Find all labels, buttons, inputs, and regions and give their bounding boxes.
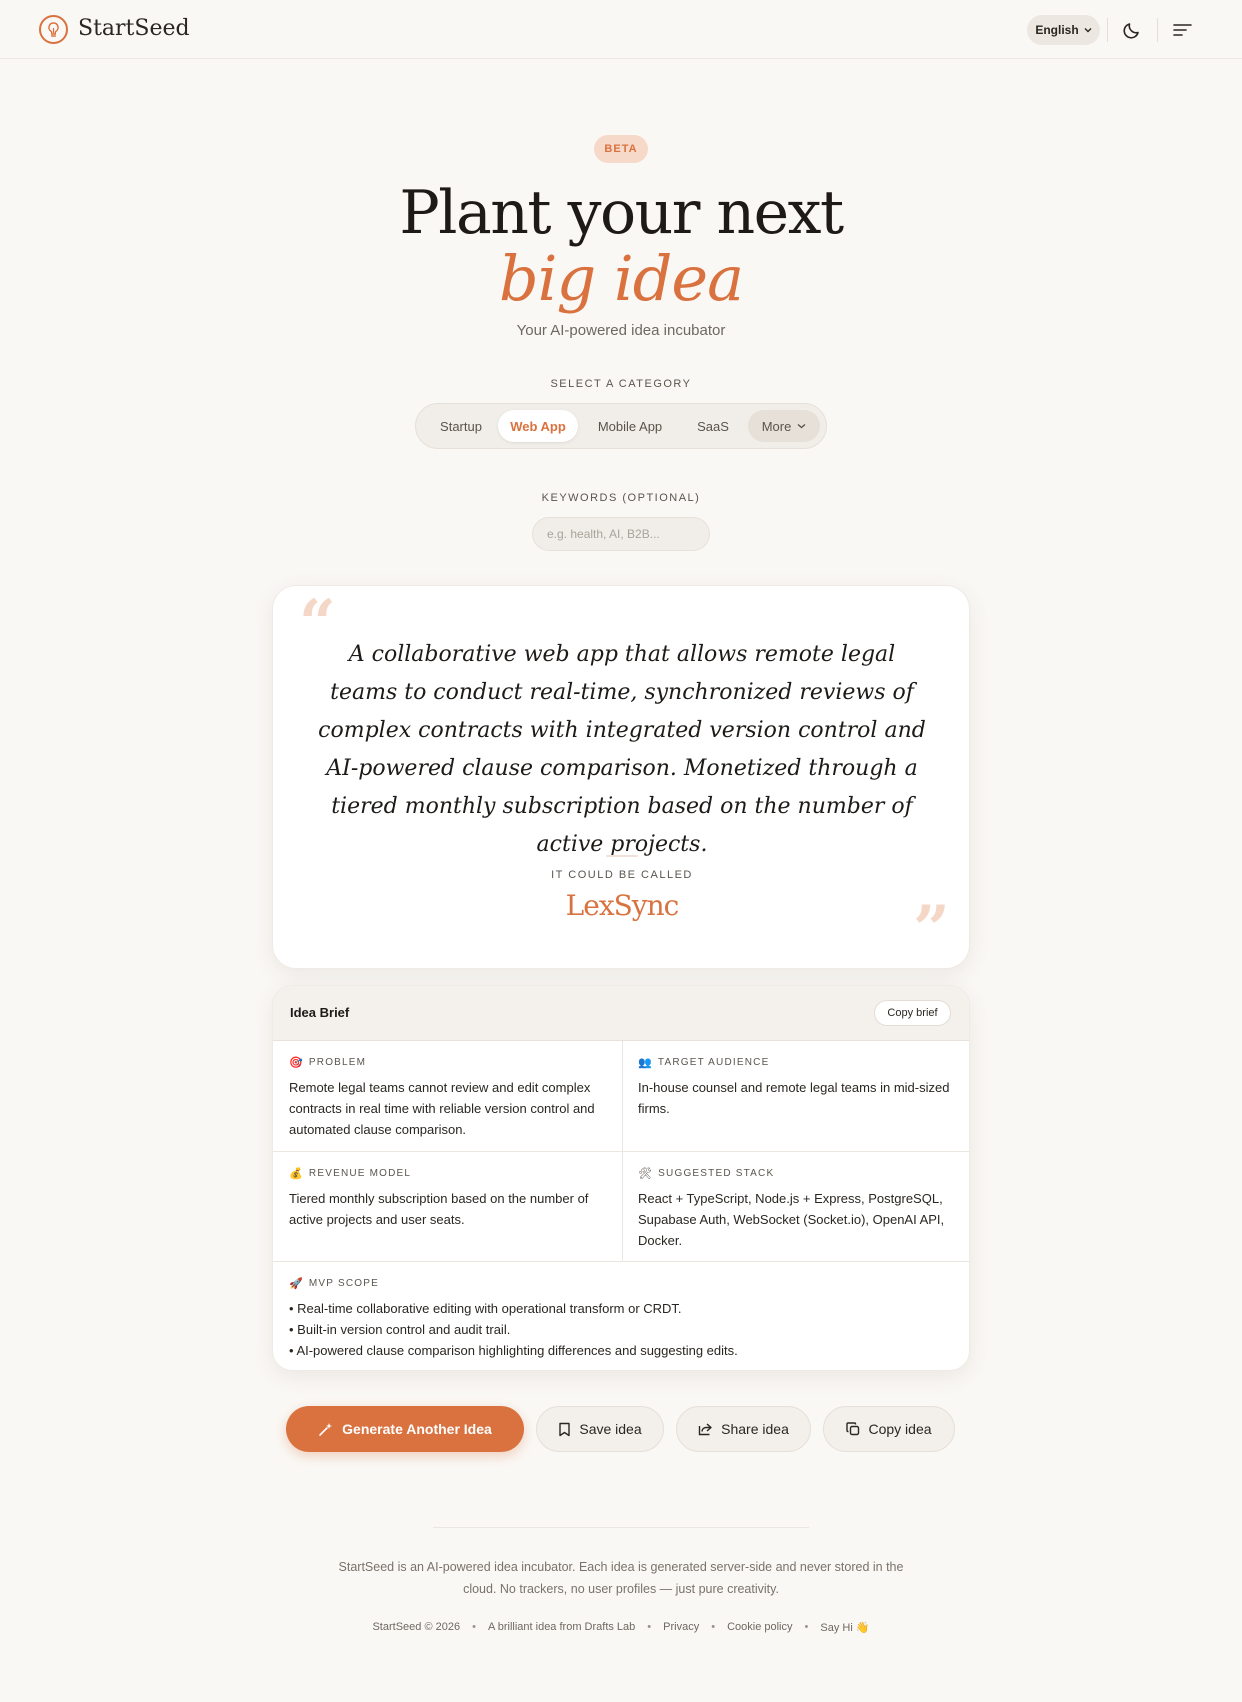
brief-divider bbox=[622, 1041, 623, 1261]
category-option-startup[interactable]: Startup bbox=[424, 410, 498, 442]
quote-divider bbox=[606, 855, 638, 857]
hero-subtitle: Your AI-powered idea incubator bbox=[516, 322, 726, 339]
idea-quote-card: “ A collaborative web app that allows re… bbox=[272, 585, 970, 969]
category-label: SELECT A CATEGORY bbox=[550, 378, 692, 390]
brief-audience: 👥 TARGET AUDIENCE In-house counsel and re… bbox=[622, 1041, 969, 1134]
more-label: More bbox=[761, 418, 792, 434]
save-label: Save idea bbox=[579, 1421, 642, 1437]
save-idea-button[interactable]: Save idea bbox=[536, 1406, 664, 1452]
idea-name: LexSync bbox=[565, 889, 680, 922]
top-bar: StartSeed English bbox=[0, 0, 1242, 59]
footer-credit-link[interactable]: A brilliant idea from Drafts Lab bbox=[488, 1621, 635, 1634]
lightbulb-logo-icon[interactable] bbox=[39, 15, 68, 44]
chevron-down-icon bbox=[1084, 28, 1092, 33]
category-more-button[interactable]: More bbox=[748, 410, 820, 442]
bookmark-icon bbox=[559, 1422, 571, 1436]
generate-label: Generate Another Idea bbox=[342, 1421, 492, 1437]
idea-brief-card: Idea Brief Copy brief 🎯 PROBLEM Remote le… bbox=[272, 985, 970, 1371]
share-idea-button[interactable]: Share idea bbox=[676, 1406, 811, 1452]
category-selector: Startup Web App Mobile App SaaS More bbox=[415, 403, 827, 449]
revenue-text: Tiered monthly subscription based on the… bbox=[289, 1191, 589, 1227]
brief-stack: 🛠 SUGGESTED STACK React + TypeScript, Nod… bbox=[622, 1152, 969, 1266]
footer-divider bbox=[433, 1527, 809, 1528]
copy-brief-button[interactable]: Copy brief bbox=[874, 1000, 951, 1026]
audience-text: In-house counsel and remote legal teams … bbox=[638, 1080, 950, 1116]
revenue-title: REVENUE MODEL bbox=[308, 1168, 412, 1179]
footer-separator: • bbox=[647, 1621, 652, 1633]
brief-title: Idea Brief bbox=[290, 1005, 350, 1020]
share-icon bbox=[698, 1423, 712, 1436]
rocket-icon: 🚀 bbox=[289, 1278, 304, 1290]
brief-header: Idea Brief Copy brief bbox=[273, 986, 969, 1041]
footer-description: StartSeed is an AI-powered idea incubato… bbox=[338, 1560, 904, 1596]
footer-copyright: StartSeed © 2026 bbox=[372, 1621, 461, 1633]
keywords-input[interactable] bbox=[532, 517, 710, 551]
footer-separator: • bbox=[472, 1621, 476, 1633]
audience-title: TARGET AUDIENCE bbox=[657, 1057, 770, 1068]
brief-divider bbox=[273, 1261, 969, 1262]
copy-icon bbox=[846, 1422, 860, 1436]
target-icon: 🎯 bbox=[289, 1057, 304, 1069]
people-icon: 👥 bbox=[638, 1057, 653, 1069]
cookie-policy-link[interactable]: Cookie policy bbox=[727, 1621, 792, 1634]
language-label: English bbox=[1035, 23, 1079, 37]
mvp-item: • Built-in version control and audit tra… bbox=[289, 1322, 511, 1337]
category-option-web-app[interactable]: Web App bbox=[498, 410, 578, 442]
footer-separator: • bbox=[711, 1621, 716, 1633]
keywords-label: KEYWORDS (OPTIONAL) bbox=[541, 492, 701, 504]
mvp-title: MVP SCOPE bbox=[308, 1278, 379, 1289]
brand-name[interactable]: StartSeed bbox=[78, 16, 190, 41]
dark-mode-moon-icon[interactable] bbox=[1121, 19, 1143, 41]
category-option-mobile-app[interactable]: Mobile App bbox=[580, 410, 680, 442]
hero-title-line1: Plant your next bbox=[399, 178, 844, 248]
mvp-item: • AI-powered clause comparison highlight… bbox=[289, 1343, 738, 1358]
problem-text: Remote legal teams cannot review and edi… bbox=[289, 1080, 595, 1137]
idea-name-label: IT COULD BE CALLED bbox=[551, 869, 693, 881]
copy-label: Copy idea bbox=[868, 1421, 932, 1437]
hero-title-line2: big idea bbox=[498, 242, 744, 315]
sparkle-icon bbox=[319, 1423, 333, 1436]
menu-icon[interactable] bbox=[1172, 20, 1194, 40]
beta-badge: BETA bbox=[594, 135, 648, 163]
header-divider bbox=[1157, 18, 1158, 42]
copy-idea-button[interactable]: Copy idea bbox=[823, 1406, 955, 1452]
brief-mvp: 🚀 MVP SCOPE • Real-time collaborative edi… bbox=[273, 1262, 969, 1370]
money-bag-icon: 💰 bbox=[289, 1168, 304, 1180]
language-selector[interactable]: English bbox=[1027, 15, 1100, 45]
header-divider bbox=[1107, 18, 1108, 42]
brief-revenue: 💰 REVENUE MODEL Tiered monthly subscripti… bbox=[273, 1152, 622, 1245]
idea-description: A collaborative web app that allows remo… bbox=[318, 642, 926, 857]
share-label: Share idea bbox=[721, 1421, 789, 1437]
say-hi-link[interactable]: Say Hi 👋 bbox=[820, 1621, 869, 1634]
footer-separator: • bbox=[804, 1621, 809, 1633]
generate-idea-button[interactable]: Generate Another Idea bbox=[286, 1406, 524, 1452]
brief-problem: 🎯 PROBLEM Remote legal teams cannot revie… bbox=[273, 1041, 622, 1155]
footer-links: StartSeed © 2026 • A brilliant idea from… bbox=[0, 1621, 1242, 1634]
chevron-down-icon bbox=[797, 423, 806, 429]
problem-title: PROBLEM bbox=[308, 1057, 367, 1068]
stack-text: React + TypeScript, Node.js + Express, P… bbox=[638, 1191, 945, 1248]
stack-title: SUGGESTED STACK bbox=[658, 1168, 775, 1179]
mvp-item: • Real-time collaborative editing with o… bbox=[289, 1301, 682, 1316]
category-option-saas[interactable]: SaaS bbox=[682, 410, 744, 442]
privacy-link[interactable]: Privacy bbox=[663, 1621, 699, 1634]
close-quote-icon: ” bbox=[913, 892, 950, 967]
tools-icon: 🛠 bbox=[638, 1168, 654, 1180]
